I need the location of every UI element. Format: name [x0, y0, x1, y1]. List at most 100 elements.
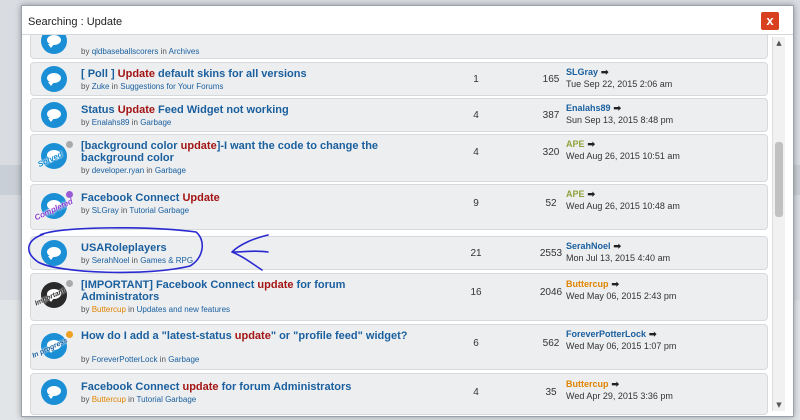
view-count: 387: [542, 110, 560, 121]
reply-count: 4: [473, 110, 479, 121]
last-post-date: Sun Sep 13, 2015 8:48 pm: [566, 115, 674, 125]
scroll-down-arrow-icon[interactable]: ▼: [773, 399, 785, 411]
topic-row[interactable]: by qldbaseballscorers in Archives: [30, 35, 768, 59]
forum-link[interactable]: Suggestions for Your Forums: [120, 82, 223, 91]
last-post-user[interactable]: Buttercup ➡: [566, 279, 619, 290]
last-post-user[interactable]: Buttercup ➡: [566, 379, 619, 390]
last-post-date: Wed May 06, 2015 1:07 pm: [566, 341, 677, 351]
last-post-user[interactable]: SerahNoel ➡: [566, 241, 621, 252]
topic-icon: [41, 35, 67, 54]
reply-count: 6: [473, 338, 479, 349]
status-dot: [66, 331, 73, 338]
topic-byline: by Enalahs89 in Garbage: [81, 118, 172, 127]
topic-title[interactable]: Facebook Connect update for forum Admini…: [81, 381, 421, 393]
author-link[interactable]: developer.ryan: [92, 166, 144, 175]
last-post-date: Wed Aug 26, 2015 10:48 am: [566, 201, 680, 211]
scrollbar[interactable]: ▲ ▼: [772, 37, 785, 411]
topic-row[interactable]: Important [IMPORTANT] Facebook Connect u…: [30, 273, 768, 321]
topic-row[interactable]: [ Poll ] Update default skins for all ve…: [30, 62, 768, 96]
go-to-post-icon[interactable]: ➡: [588, 189, 596, 199]
topic-title[interactable]: [IMPORTANT] Facebook Connect update for …: [81, 279, 421, 303]
view-count: 320: [542, 147, 560, 158]
topic-byline: by Buttercup in Tutorial Garbage: [81, 395, 197, 404]
forum-link[interactable]: Garbage: [168, 355, 199, 364]
topic-byline: by ForeverPotterLock in Garbage: [81, 355, 200, 364]
author-link[interactable]: qldbaseballscorers: [92, 47, 159, 56]
topic-list: by qldbaseballscorers in Archives [ Poll…: [30, 35, 770, 415]
modal-title: Searching : Update: [28, 16, 123, 28]
go-to-post-icon[interactable]: ➡: [588, 139, 596, 149]
go-to-post-icon[interactable]: ➡: [614, 103, 622, 113]
status-dot: [66, 280, 73, 287]
topic-title[interactable]: [ Poll ] Update default skins for all ve…: [81, 68, 421, 80]
view-count: 165: [542, 74, 560, 85]
topic-byline: by SerahNoel in Games & RPG: [81, 256, 194, 265]
search-results-modal: Searching : Update x by qldbaseballscore…: [21, 5, 794, 417]
reply-count: 16: [470, 287, 482, 298]
topic-byline: by qldbaseballscorers in Archives: [81, 47, 200, 56]
view-count: 35: [545, 387, 557, 398]
topic-row[interactable]: USARoleplayers by SerahNoel in Games & R…: [30, 236, 768, 270]
go-to-post-icon[interactable]: ➡: [649, 329, 657, 339]
forum-link[interactable]: Games & RPG: [140, 256, 193, 265]
reply-count: 1: [473, 74, 479, 85]
topic-title[interactable]: How do I add a "latest-status update" or…: [81, 330, 421, 342]
last-post-user[interactable]: APE ➡: [566, 139, 595, 150]
go-to-post-icon[interactable]: ➡: [612, 279, 620, 289]
topic-byline: by SLGray in Tutorial Garbage: [81, 206, 190, 215]
author-link[interactable]: Zuke: [92, 82, 110, 91]
author-link[interactable]: SLGray: [92, 206, 119, 215]
author-link[interactable]: Buttercup: [92, 395, 126, 404]
close-button[interactable]: x: [761, 12, 779, 30]
forum-link[interactable]: Updates and new features: [137, 305, 230, 314]
reply-count: 21: [470, 248, 482, 259]
topic-row[interactable]: Facebook Connect update for forum Admini…: [30, 373, 768, 415]
author-link[interactable]: Buttercup: [92, 305, 126, 314]
topic-icon: [41, 240, 67, 266]
topic-title[interactable]: Facebook Connect Update: [81, 192, 421, 204]
forum-link[interactable]: Tutorial Garbage: [129, 206, 189, 215]
topic-byline: by developer.ryan in Garbage: [81, 166, 187, 175]
topic-row[interactable]: Status Update Feed Widget not working by…: [30, 98, 768, 132]
scroll-up-arrow-icon[interactable]: ▲: [773, 37, 785, 49]
forum-link[interactable]: Garbage: [140, 118, 171, 127]
last-post-user[interactable]: Enalahs89 ➡: [566, 103, 621, 114]
topic-title[interactable]: USARoleplayers: [81, 242, 421, 254]
last-post-user[interactable]: APE ➡: [566, 189, 595, 200]
topic-title[interactable]: [background color update]-I want the cod…: [81, 140, 421, 164]
reply-count: 4: [473, 387, 479, 398]
forum-link[interactable]: Garbage: [155, 166, 186, 175]
status-dot: [66, 191, 73, 198]
topic-title[interactable]: Status Update Feed Widget not working: [81, 104, 421, 116]
last-post-date: Wed Aug 26, 2015 10:51 am: [566, 151, 680, 161]
last-post-date: Tue Sep 22, 2015 2:06 am: [566, 79, 673, 89]
scrollbar-thumb[interactable]: [775, 142, 783, 217]
topic-icon: [41, 379, 67, 405]
go-to-post-icon[interactable]: ➡: [612, 379, 620, 389]
view-count: 562: [542, 338, 560, 349]
author-link[interactable]: ForeverPotterLock: [92, 355, 158, 364]
last-post-date: Wed Apr 29, 2015 3:36 pm: [566, 391, 673, 401]
last-post-date: Mon Jul 13, 2015 4:40 am: [566, 253, 671, 263]
forum-link[interactable]: Tutorial Garbage: [136, 395, 196, 404]
view-count: 2553: [539, 248, 563, 259]
topic-icon: [41, 66, 67, 92]
view-count: 2046: [539, 287, 563, 298]
go-to-post-icon[interactable]: ➡: [601, 67, 609, 77]
last-post-user[interactable]: SLGray ➡: [566, 67, 609, 78]
reply-count: 9: [473, 198, 479, 209]
topic-byline: by Buttercup in Updates and new features: [81, 305, 231, 314]
topic-icon: [41, 102, 67, 128]
last-post-user[interactable]: ForeverPotterLock ➡: [566, 329, 657, 340]
topic-byline: by Zuke in Suggestions for Your Forums: [81, 82, 224, 91]
status-dot: [66, 141, 73, 148]
topic-row[interactable]: Completed Facebook Connect Update by SLG…: [30, 184, 768, 230]
author-link[interactable]: SerahNoel: [92, 256, 130, 265]
topic-row[interactable]: Solved [background color update]-I want …: [30, 134, 768, 182]
last-post-date: Wed May 06, 2015 2:43 pm: [566, 291, 677, 301]
topic-row[interactable]: In progress How do I add a "latest-statu…: [30, 324, 768, 370]
view-count: 52: [545, 198, 557, 209]
author-link[interactable]: Enalahs89: [92, 118, 130, 127]
go-to-post-icon[interactable]: ➡: [614, 241, 622, 251]
forum-link[interactable]: Archives: [169, 47, 200, 56]
